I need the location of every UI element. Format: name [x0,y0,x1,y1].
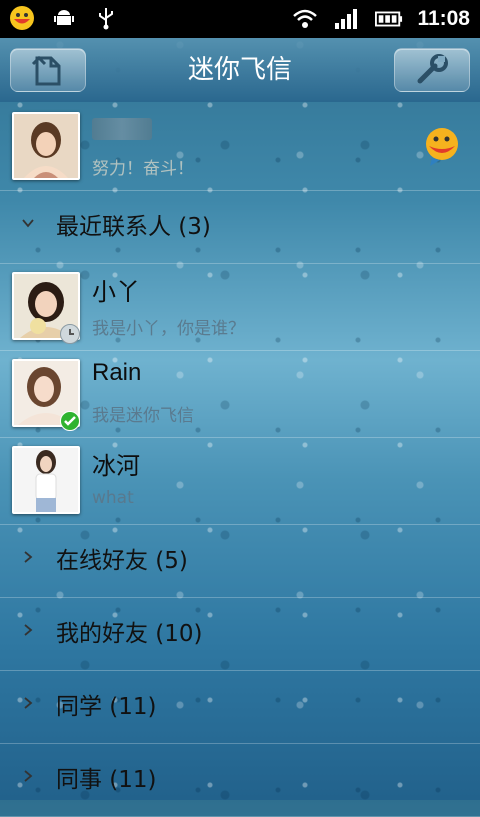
app-title-bar: 迷你飞信 [0,38,480,102]
group-colleagues[interactable]: 同事 (11) [0,744,480,817]
group-label: 同事 (11) [56,767,157,793]
switch-view-button[interactable] [10,48,86,92]
group-online-friends[interactable]: 在线好友 (5) [0,525,480,598]
signal-icon [333,5,361,33]
chevron-right-icon [24,624,33,636]
document-switch-icon [31,55,61,86]
chevron-right-icon [24,551,33,563]
contact-name: 小丫 [92,278,140,306]
contact-signature: 我是迷你飞信 [92,406,194,426]
my-nickname-redacted [92,118,152,140]
chevron-right-icon [24,697,33,709]
group-label: 我的好友 (10) [56,621,203,647]
away-status-icon [60,324,80,344]
status-bar: 11:08 [0,0,480,38]
battery-icon [375,5,403,33]
my-profile-row[interactable]: 努力！奋斗！ [0,102,480,191]
group-my-friends[interactable]: 我的好友 (10) [0,598,480,671]
android-debug-icon [50,4,78,32]
group-recent-contacts[interactable]: 最近联系人 (3) [0,191,480,264]
contact-row[interactable]: Rain 我是迷你飞信 [0,351,480,438]
chevron-right-icon [24,770,33,782]
my-signature[interactable]: 努力！奋斗！ [92,154,194,179]
contact-signature: 我是小丫，你是谁？ [92,319,245,339]
usb-icon [92,4,120,32]
contact-avatar [12,446,80,514]
contact-name: 冰河 [92,452,140,480]
group-classmates[interactable]: 同学 (11) [0,671,480,744]
wifi-icon [291,5,319,33]
contact-list: 努力！奋斗！ 最近联系人 (3) 小丫 我是小丫，你是谁？ Rain 我是迷你飞… [0,102,480,817]
group-label: 最近联系人 (3) [56,214,211,240]
clock-time: 11:08 [417,7,470,30]
online-status-icon [60,411,80,431]
fetion-notification-icon[interactable] [8,4,36,32]
online-smiley-icon[interactable] [422,124,466,168]
settings-button[interactable] [394,48,470,92]
contact-row[interactable]: 冰河 what [0,438,480,525]
contact-signature: what [92,488,134,508]
my-avatar[interactable] [12,112,80,180]
contact-name: Rain [92,359,142,386]
group-label: 同学 (11) [56,694,157,720]
contact-row[interactable]: 小丫 我是小丫，你是谁？ [0,264,480,351]
chevron-down-icon [22,219,34,228]
group-label: 在线好友 (5) [56,548,188,574]
wrench-icon [417,54,448,84]
